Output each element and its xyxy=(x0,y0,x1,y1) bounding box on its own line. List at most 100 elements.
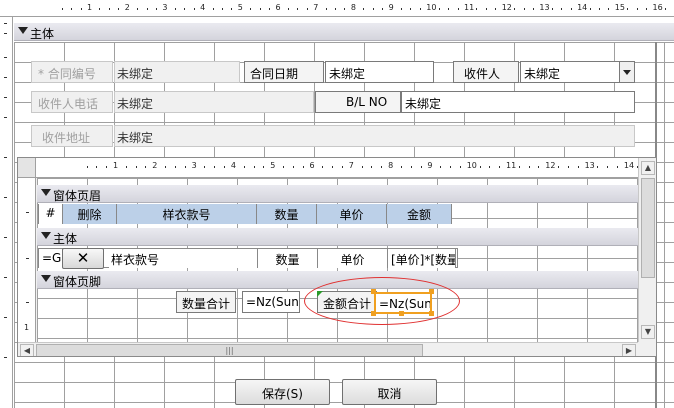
subform-header-bar[interactable]: 窗体页眉 xyxy=(37,185,638,203)
cancel-button[interactable]: 取消 xyxy=(342,379,437,405)
subform-detail-bar[interactable]: 主体 xyxy=(37,228,638,246)
subform-detail-row[interactable]: =Ge ✕ 样衣款号 数量 单价 [单价]*[数量 xyxy=(38,248,458,269)
contract-date-label: 合同日期 xyxy=(244,61,324,83)
scroll-thumb[interactable] xyxy=(641,178,655,278)
bl-no-field[interactable]: 未绑定 xyxy=(401,91,635,113)
contract-date-field[interactable]: 未绑定 xyxy=(325,61,434,83)
qty-total-label: 数量合计 xyxy=(176,291,236,313)
subform-horizontal-scrollbar[interactable]: ◀ ||| ▶ xyxy=(18,342,638,356)
ruler-tick-mark xyxy=(382,8,384,10)
ruler-tick-mark xyxy=(518,166,520,168)
ruler-tick-mark xyxy=(589,8,591,10)
consignee-phone-label: 收件人电话 xyxy=(31,91,113,113)
detail-quantity-field[interactable]: 数量 xyxy=(258,249,318,268)
ruler-tick-mark xyxy=(372,8,374,10)
scroll-left-icon[interactable]: ◀ xyxy=(20,344,34,356)
detail-amount-field[interactable]: [单价]*[数量 xyxy=(388,249,456,268)
ruler-tick-label: 4 xyxy=(200,3,206,12)
ruler-tick-mark xyxy=(476,8,478,10)
highlight-ellipse xyxy=(304,277,460,325)
ruler-tick-mark xyxy=(332,166,334,168)
scroll-right-icon[interactable]: ▶ xyxy=(622,344,636,356)
consignee-dropdown-button[interactable] xyxy=(619,61,635,83)
ruler-tick-mark xyxy=(598,8,600,10)
contract-no-field[interactable]: 未绑定 xyxy=(114,61,240,83)
ruler-tick-mark xyxy=(419,8,421,10)
consignee-field[interactable]: 未绑定 xyxy=(520,61,620,83)
ruler-tick-mark xyxy=(165,166,167,168)
chevron-down-icon xyxy=(623,70,631,75)
subform-vertical-scrollbar[interactable]: ▲ ▼ xyxy=(638,158,656,342)
ruler-tick-label: 2 xyxy=(152,161,158,170)
ruler-tick-mark xyxy=(400,166,402,168)
column-header-amount[interactable]: 金额 xyxy=(387,204,452,224)
subform-column-headers: # 删除 样衣款号 数量 单价 金额 xyxy=(38,204,458,225)
qty-total-field[interactable]: =Nz(Sun xyxy=(242,291,300,313)
ruler-tick-mark xyxy=(259,8,261,10)
section-arrow-icon xyxy=(41,275,51,282)
save-button[interactable]: 保存(S) xyxy=(235,379,330,405)
detail-hash-field[interactable]: =Ge xyxy=(39,249,64,268)
delete-button[interactable]: ✕ xyxy=(62,248,104,269)
detail-unit-price-field[interactable]: 单价 xyxy=(318,249,388,268)
ruler-tick-mark xyxy=(438,8,440,10)
bl-no-label: B/L NO xyxy=(315,91,401,113)
ruler-tick-mark xyxy=(381,166,383,168)
ruler-tick-mark xyxy=(410,8,412,10)
ruler-tick-label: 4 xyxy=(230,161,236,170)
ruler-tick-mark xyxy=(363,8,365,10)
detail-style-no-field[interactable]: 样衣款号 xyxy=(109,249,258,268)
ruler-tick-mark xyxy=(335,8,337,10)
scroll-up-icon[interactable]: ▲ xyxy=(641,161,655,175)
close-icon: ✕ xyxy=(76,249,90,267)
ruler-tick-label: 14 xyxy=(577,3,588,12)
ruler-tick-mark xyxy=(174,8,176,10)
contract-no-label: * 合同编号 xyxy=(31,61,113,83)
ruler-tick-label: 5 xyxy=(270,161,276,170)
detail-section-bar[interactable]: 主体 xyxy=(14,23,674,41)
ruler-tick-mark xyxy=(184,8,186,10)
ruler-tick-mark xyxy=(221,8,223,10)
column-header-hash[interactable]: # xyxy=(38,204,63,224)
ruler-tick-label: 3 xyxy=(162,3,168,12)
ruler-tick-mark xyxy=(118,8,120,10)
section-arrow-icon xyxy=(18,27,28,34)
ruler-tick-mark xyxy=(99,8,101,10)
ruler-tick-label: 1 xyxy=(113,161,119,170)
ruler-tick-mark xyxy=(146,8,148,10)
ruler-tick-mark xyxy=(523,8,525,10)
subform-horizontal-ruler: 123456789101112131415 xyxy=(36,158,648,178)
ruler-tick-label: 7 xyxy=(348,161,354,170)
ruler-tick-mark xyxy=(212,8,214,10)
column-header-quantity[interactable]: 数量 xyxy=(257,204,317,224)
ruler-tick-label: 6 xyxy=(309,161,315,170)
ruler-tick-mark xyxy=(306,8,308,10)
consignee-address-field[interactable]: 未绑定 xyxy=(114,125,635,147)
ruler-tick-mark xyxy=(479,166,481,168)
ruler-tick-label: 10 xyxy=(466,161,477,170)
section-arrow-icon xyxy=(41,189,51,196)
ruler-tick-mark xyxy=(489,166,491,168)
ruler-tick-mark xyxy=(125,166,127,168)
scroll-down-icon[interactable]: ▼ xyxy=(641,325,655,339)
ruler-tick-mark xyxy=(532,8,534,10)
subform-footer-label: 窗体页脚 xyxy=(53,275,102,289)
ruler-tick-label: 3 xyxy=(191,161,197,170)
ruler-tick-label: 11 xyxy=(506,161,517,170)
consignee-address-label: 收件地址 xyxy=(31,125,113,147)
ruler-tick-mark xyxy=(292,166,294,168)
ruler-tick-label: 13 xyxy=(539,3,550,12)
ruler-tick-mark xyxy=(283,166,285,168)
ruler-tick-label: 8 xyxy=(350,3,356,12)
consignee-phone-field[interactable]: 未绑定 xyxy=(114,91,314,113)
subform-container[interactable]: 123456789101112131415 1 窗体页眉 # 删除 样衣款号 数… xyxy=(17,157,657,357)
ruler-tick-mark xyxy=(80,8,82,10)
ruler-tick-mark xyxy=(86,166,88,168)
column-header-style-no[interactable]: 样衣款号 xyxy=(117,204,257,224)
ruler-tick-mark xyxy=(71,8,73,10)
horizontal-ruler: 1234567891011121314151617 xyxy=(0,0,674,17)
scroll-thumb[interactable]: ||| xyxy=(36,344,423,356)
column-header-delete[interactable]: 删除 xyxy=(63,204,117,224)
column-header-unit-price[interactable]: 单价 xyxy=(317,204,387,224)
ruler-tick-mark xyxy=(457,8,459,10)
